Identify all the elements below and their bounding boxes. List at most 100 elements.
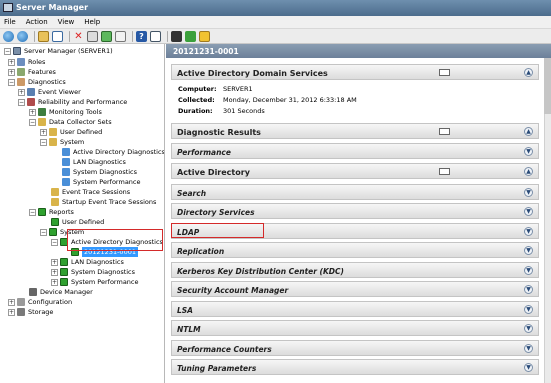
chevron-down-icon[interactable]: ▼ [524,227,533,236]
section-kerberos-kdc[interactable]: Kerberos Key Distribution Center (KDC) ▼ [171,262,539,278]
tree-item-report-lan-diagnostics[interactable]: + LAN Diagnostics [51,257,124,267]
refresh-icon[interactable] [101,30,112,42]
chevron-down-icon[interactable]: ▼ [524,188,533,197]
section-title: NTLM [177,325,201,334]
export-list-icon[interactable] [115,30,126,42]
tree-item-features[interactable]: + Features [8,67,56,77]
expand-icon[interactable]: + [8,308,15,316]
tree-item-reliability[interactable]: − Reliability and Performance [18,97,127,107]
tree-item-report-system-diagnostics[interactable]: + System Diagnostics [51,267,135,277]
expand-icon[interactable]: + [51,278,58,286]
tree-item-dcs-lan-diagnostics[interactable]: LAN Diagnostics [62,157,126,167]
chevron-down-icon[interactable]: ▼ [524,285,533,294]
chevron-down-icon[interactable]: ▼ [524,266,533,275]
section-tuning-parameters[interactable]: Tuning Parameters ▼ [171,359,539,375]
tree-item-report-system-performance[interactable]: + System Performance [51,277,139,287]
collapse-icon[interactable]: − [29,208,36,216]
expand-icon[interactable]: + [8,68,15,76]
section-active-directory[interactable]: Active Directory ▲ [171,163,539,179]
collapse-icon[interactable]: − [40,138,47,146]
tree-item-server-manager[interactable]: − Server Manager (SERVER1) [4,46,113,56]
server-manager-icon [3,3,13,12]
section-lsa[interactable]: LSA ▼ [171,301,539,317]
toolbar: ✕ ? [0,29,551,44]
tree-item-dcs-user-defined[interactable]: + User Defined [40,127,102,137]
expand-icon[interactable]: + [29,108,36,116]
expand-icon[interactable]: + [51,258,58,266]
expand-icon[interactable]: + [8,298,15,306]
section-ntlm[interactable]: NTLM ▼ [171,320,539,336]
expand-icon[interactable]: + [51,268,58,276]
section-performance-counters[interactable]: Performance Counters ▼ [171,340,539,356]
chevron-down-icon[interactable]: ▼ [524,147,533,156]
delete-icon[interactable]: ✕ [73,31,84,42]
tree-item-reports[interactable]: − Reports [29,207,74,217]
properties-icon[interactable] [87,30,98,42]
section-security-account-manager[interactable]: Security Account Manager ▼ [171,281,539,297]
tree-item-diagnostics[interactable]: − Diagnostics [8,77,66,87]
chevron-down-icon[interactable]: ▼ [524,246,533,255]
tree-item-reports-user-defined[interactable]: User Defined [51,217,104,227]
tree-item-dcs-system-diagnostics[interactable]: System Diagnostics [62,167,137,177]
help-icon[interactable]: ? [136,30,147,42]
folder-icon [60,258,68,266]
chevron-down-icon[interactable]: ▼ [524,363,533,372]
menu-action[interactable]: Action [26,18,48,26]
chevron-down-icon[interactable]: ▼ [524,344,533,353]
tree-item-monitoring-tools[interactable]: + Monitoring Tools [29,107,102,117]
chevron-up-icon[interactable]: ▲ [524,167,533,176]
window-icon[interactable] [439,168,450,175]
section-performance[interactable]: Performance ▼ [171,143,539,159]
tree-item-startup-trace-sessions[interactable]: Startup Event Trace Sessions [51,197,156,207]
expand-icon[interactable]: + [8,58,15,66]
forward-icon[interactable] [17,30,28,42]
tree-item-event-viewer[interactable]: + Event Viewer [18,87,81,97]
collapse-icon[interactable]: − [8,78,15,86]
chevron-down-icon[interactable]: ▼ [524,324,533,333]
section-search[interactable]: Search ▼ [171,184,539,200]
collapse-icon[interactable]: − [18,98,25,106]
collapse-icon[interactable]: − [51,238,58,246]
start-icon[interactable] [185,30,196,42]
menu-file[interactable]: File [4,18,16,26]
section-ad-domain-services[interactable]: Active Directory Domain Services ▲ [171,64,539,80]
stop-icon[interactable] [171,30,182,42]
open-folder-icon[interactable] [199,30,210,42]
scrollbar-thumb[interactable] [544,58,551,114]
tree-item-dcs-system[interactable]: − System [40,137,84,147]
configuration-icon [17,298,25,306]
view-icon[interactable] [150,30,161,42]
tree-item-configuration[interactable]: + Configuration [8,297,72,307]
collapse-icon[interactable]: − [40,228,47,236]
tree-item-device-manager[interactable]: Device Manager [29,287,93,297]
menu-help[interactable]: Help [84,18,100,26]
expand-icon[interactable]: + [40,128,47,136]
chevron-up-icon[interactable]: ▲ [524,127,533,136]
tree-item-dcs-system-performance[interactable]: System Performance [62,177,141,187]
section-diagnostic-results[interactable]: Diagnostic Results ▲ [171,123,539,139]
toolbar-separator [69,30,70,42]
tree-item-storage[interactable]: + Storage [8,307,53,317]
show-hide-tree-icon[interactable] [52,30,63,42]
section-replication[interactable]: Replication ▼ [171,242,539,258]
tree-item-event-trace-sessions[interactable]: Event Trace Sessions [51,187,130,197]
window-icon[interactable] [439,69,450,76]
collapse-icon[interactable]: − [29,118,36,126]
ldap-highlight-box [171,223,264,238]
section-directory-services[interactable]: Directory Services ▼ [171,203,539,219]
tree-item-data-collector-sets[interactable]: − Data Collector Sets [29,117,112,127]
up-folder-icon[interactable] [38,30,49,42]
tree-item-dcs-ad-diagnostics[interactable]: Active Directory Diagnostics [62,147,164,157]
section-title: Security Account Manager [177,286,289,295]
chevron-down-icon[interactable]: ▼ [524,207,533,216]
menu-view[interactable]: View [58,18,75,26]
section-title: Replication [177,247,225,256]
chevron-down-icon[interactable]: ▼ [524,305,533,314]
chevron-up-icon[interactable]: ▲ [524,68,533,77]
back-icon[interactable] [3,30,14,42]
collapse-icon[interactable]: − [4,47,11,55]
expand-icon[interactable]: + [18,88,25,96]
tree-item-roles[interactable]: + Roles [8,57,45,67]
navigation-tree: − Server Manager (SERVER1) + Roles + Fea… [0,44,165,383]
window-icon[interactable] [439,128,450,135]
